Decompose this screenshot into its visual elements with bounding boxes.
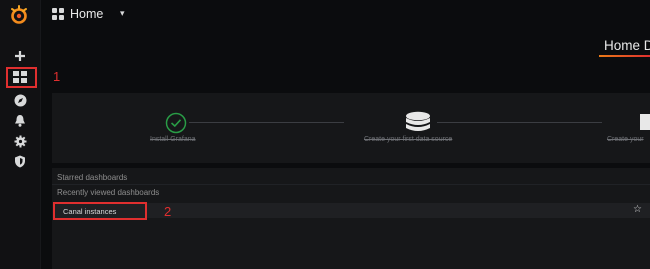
annotation-number-2: 2 [164, 204, 172, 219]
check-circle-icon [165, 112, 187, 134]
dashboard-icon [640, 114, 650, 130]
annotation-box-dashboard [53, 202, 147, 220]
step-connector [189, 122, 344, 123]
chevron-down-icon[interactable]: ▾ [120, 8, 125, 19]
step-create-data-source[interactable]: Create your first data source [364, 136, 452, 143]
create-plus-icon[interactable] [11, 47, 29, 65]
server-admin-shield-icon[interactable] [11, 152, 29, 170]
grafana-logo-icon[interactable] [9, 5, 29, 25]
dashboard-picker-title[interactable]: Home [70, 7, 103, 21]
explore-compass-icon[interactable] [11, 91, 29, 109]
alerting-bell-icon[interactable] [11, 111, 29, 129]
step-connector [437, 122, 602, 123]
step-create-dashboard[interactable]: Create your [607, 136, 644, 143]
getting-started-panel [52, 93, 650, 163]
page-title: Home D [604, 38, 650, 53]
title-underline [599, 55, 650, 57]
configuration-gear-icon[interactable] [11, 132, 29, 150]
top-navbar: Home ▾ [40, 0, 650, 30]
recent-dashboards-label: Recently viewed dashboards [57, 188, 160, 197]
divider [52, 184, 650, 185]
annotation-number-1: 1 [53, 69, 61, 84]
database-icon [406, 111, 430, 131]
star-icon[interactable]: ☆ [633, 205, 642, 215]
annotation-box-dashboards [6, 67, 37, 88]
starred-dashboards-label: Starred dashboards [57, 173, 128, 182]
dashboard-grid-icon [52, 8, 64, 20]
sidebar [0, 0, 41, 269]
step-install-grafana[interactable]: Install Grafana [150, 136, 196, 143]
